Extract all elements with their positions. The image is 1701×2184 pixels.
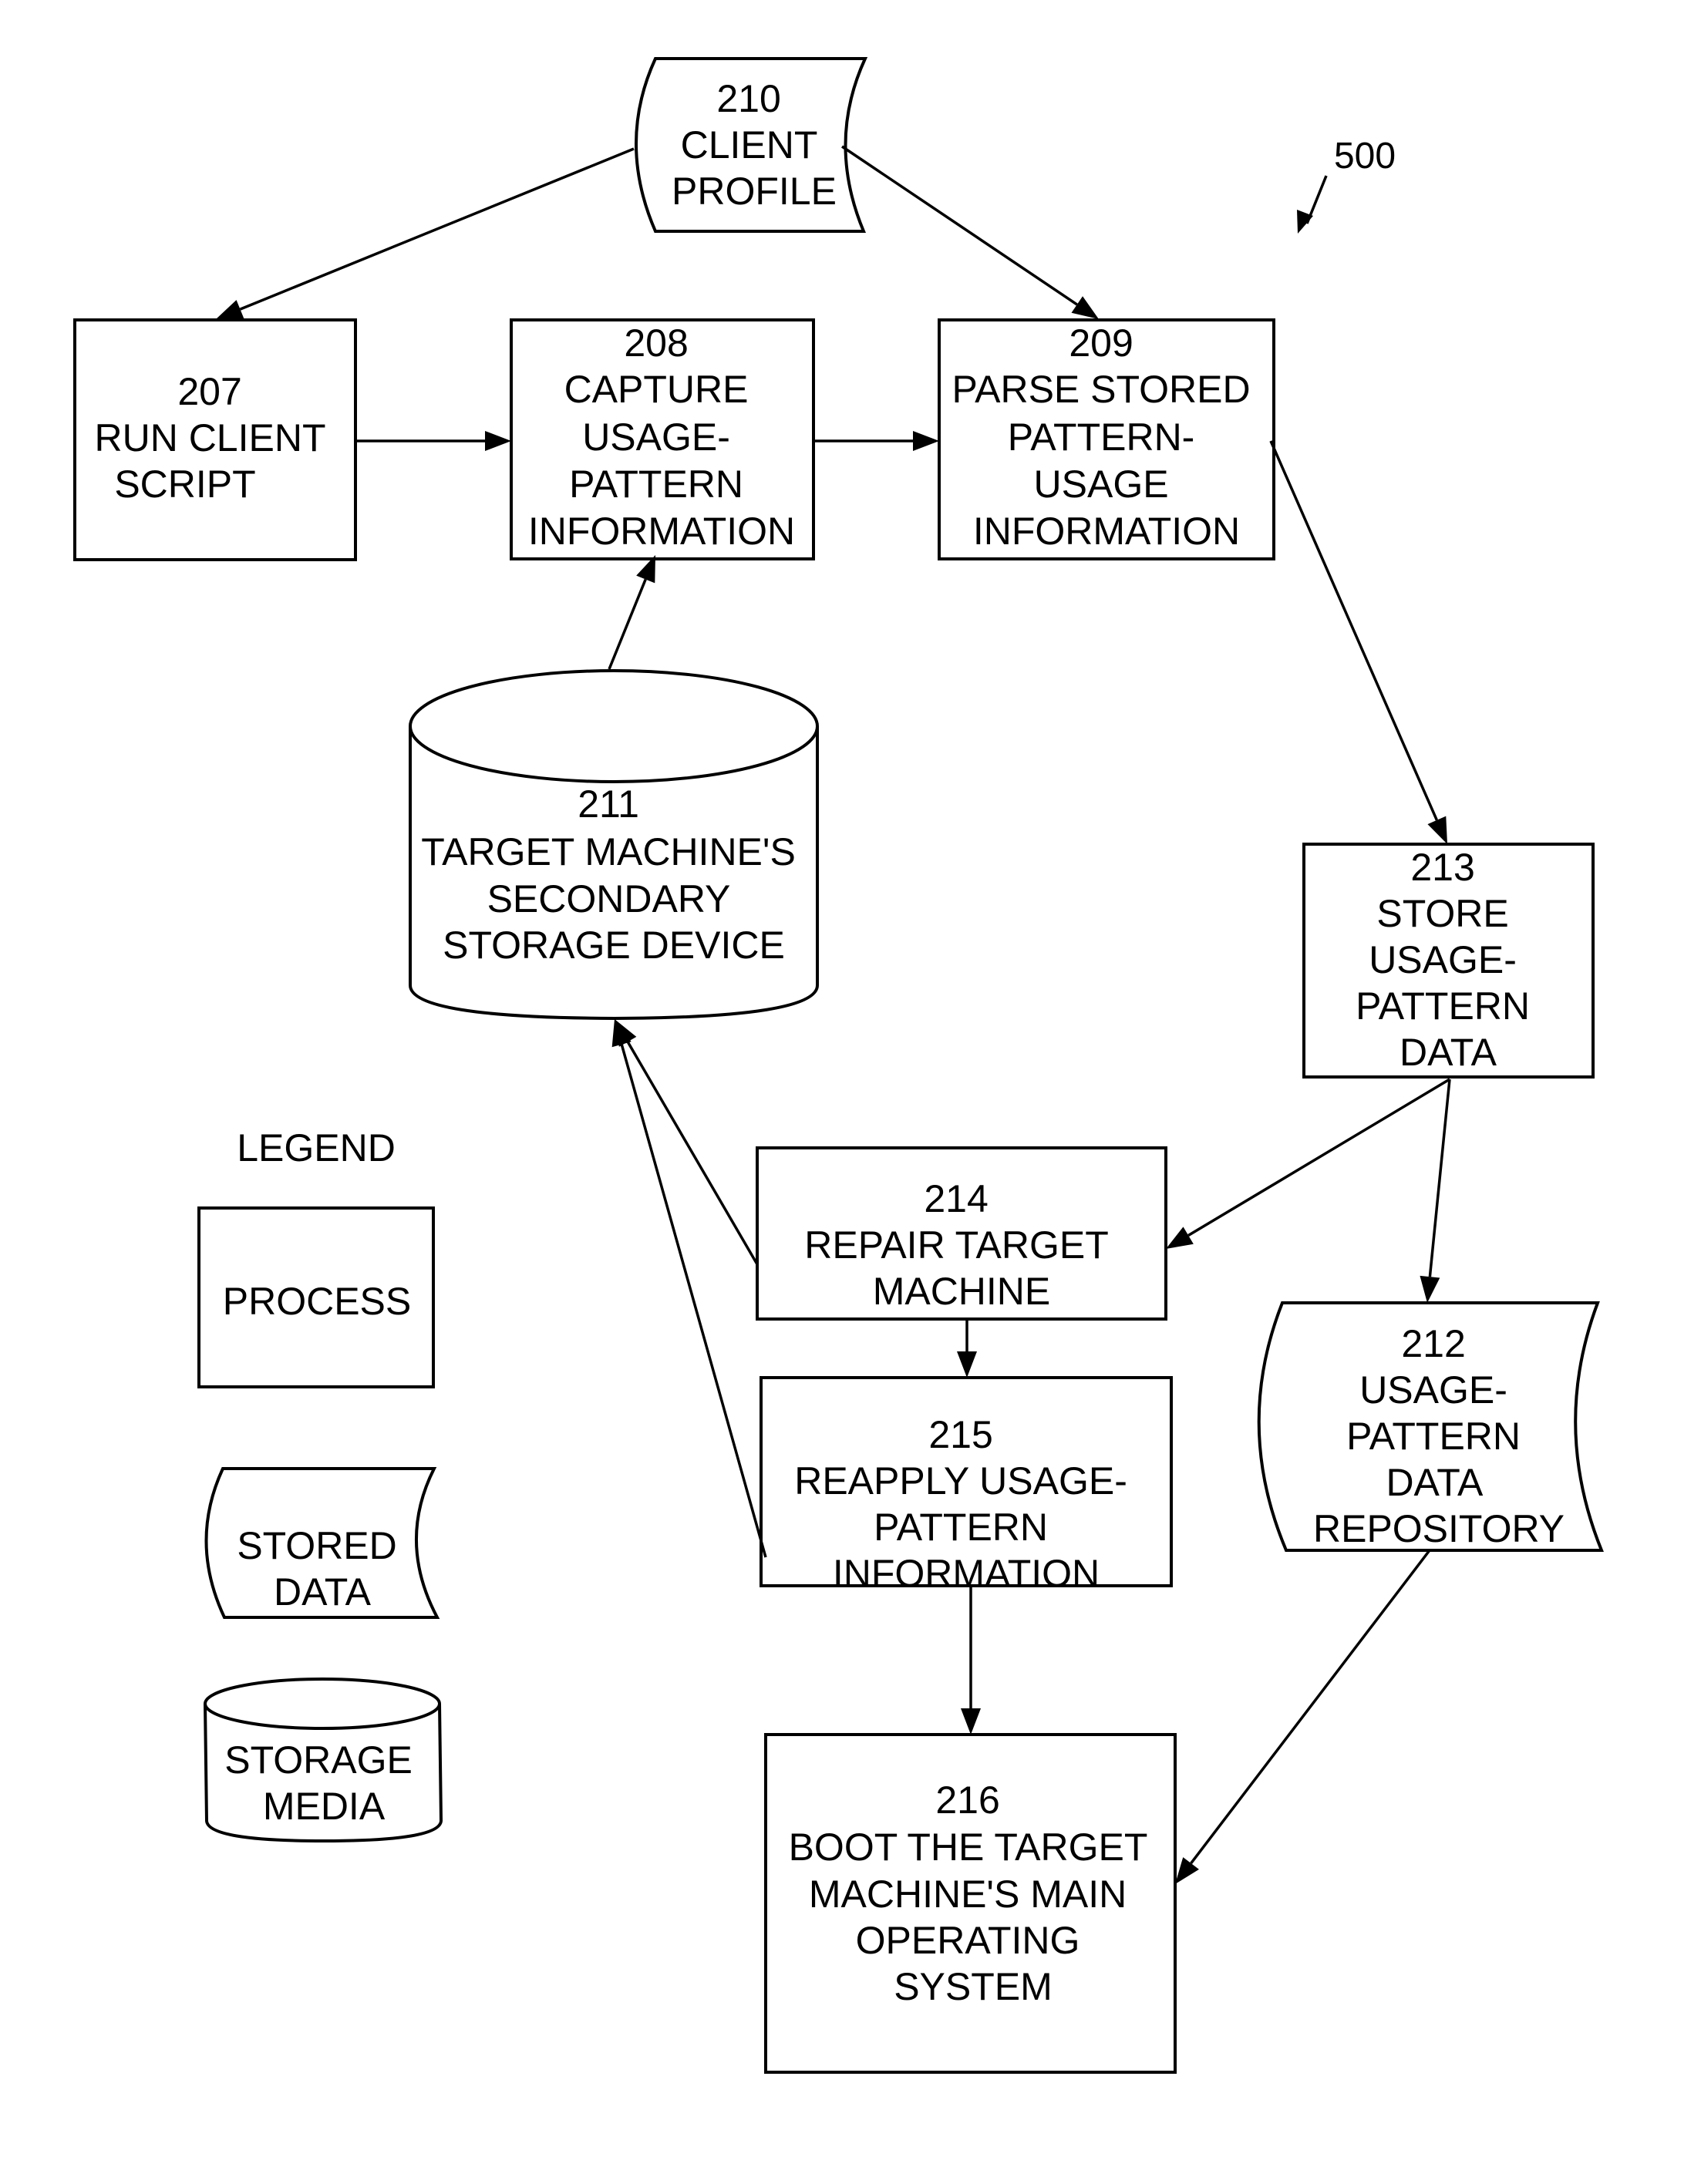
arrowhead-icon (1427, 816, 1447, 844)
legend-process: PROCESS (197, 1206, 435, 1388)
node-210-client-profile[interactable]: 210 CLIENT PROFILE (635, 57, 868, 233)
node-id: 207 (177, 370, 241, 413)
legend-storage-media: STORAGE MEDIA (204, 1678, 443, 1843)
node-216-boot-main-os[interactable]: 216 BOOT THE TARGET MACHINE'S MAIN OPERA… (764, 1733, 1177, 2074)
node-id: 208 (624, 321, 688, 365)
arrowhead-icon (485, 431, 511, 451)
edge-210-to-209 (841, 145, 1078, 306)
edge-213-to-214 (1187, 1078, 1450, 1237)
edge-215-to-211 (620, 1044, 767, 1558)
flowchart-diagram: 500 210 CLIENT PROFILE 207 RUN CLIENT SC… (73, 57, 1604, 2074)
legend-title: LEGEND (237, 1126, 396, 1169)
arrowhead-icon (1175, 1857, 1199, 1884)
edge-211-to-208 (608, 578, 647, 670)
storage-media-top (409, 669, 819, 783)
arrowhead-icon (1420, 1275, 1440, 1303)
figure-number: 500 (1334, 136, 1396, 177)
node-id: 211 (578, 782, 639, 826)
node-id: 215 (928, 1413, 992, 1456)
node-211-secondary-storage-device[interactable]: 211 TARGET MACHINE'S SECONDARY STORAGE D… (409, 669, 819, 1021)
node-id: 210 (716, 77, 780, 120)
edge-213-to-212 (1428, 1079, 1451, 1277)
arrowhead-icon (957, 1351, 977, 1378)
node-215-reapply-usage-pattern[interactable]: 215 REAPPLY USAGE- PATTERN INFORMATION (760, 1376, 1173, 1595)
node-id: 209 (1069, 321, 1133, 365)
node-id: 213 (1410, 846, 1474, 889)
storage-media-top (204, 1678, 441, 1730)
node-212-usage-pattern-repository[interactable]: 212 USAGE- PATTERN DATA REPOSITORY (1257, 1301, 1604, 1552)
node-id: 214 (924, 1177, 988, 1220)
arrowhead-icon (216, 300, 244, 319)
arrowhead-icon (1071, 296, 1099, 319)
node-208-capture-usage-pattern[interactable]: 208 CAPTURE USAGE- PATTERN INFORMATION (510, 318, 815, 560)
legend-label: PROCESS (223, 1280, 412, 1323)
edge-210-to-207 (239, 147, 635, 311)
edge-209-to-213 (1269, 440, 1438, 821)
arrowhead-icon (961, 1708, 981, 1735)
node-207-run-client-script[interactable]: 207 RUN CLIENT SCRIPT (73, 318, 357, 561)
node-id: 216 (935, 1778, 999, 1822)
edge-212-to-216 (1190, 1549, 1431, 1865)
node-214-repair-target-machine[interactable]: 214 REPAIR TARGET MACHINE (756, 1146, 1167, 1321)
legend-stored-data: STORED DATA (204, 1467, 440, 1619)
legend: LEGEND PROCESS STORED DATA STORAGE MEDIA (197, 1126, 443, 1843)
node-213-store-usage-pattern-data[interactable]: 213 STORE USAGE- PATTERN DATA (1302, 843, 1595, 1079)
arrowhead-icon (913, 431, 939, 451)
node-209-parse-stored-pattern[interactable]: 209 PARSE STORED PATTERN- USAGE INFORMAT… (938, 318, 1275, 560)
edge-214-to-211 (626, 1041, 759, 1265)
figure-reference: 500 (1297, 136, 1396, 234)
node-id: 212 (1401, 1322, 1465, 1365)
arrowhead-icon (1166, 1227, 1194, 1249)
